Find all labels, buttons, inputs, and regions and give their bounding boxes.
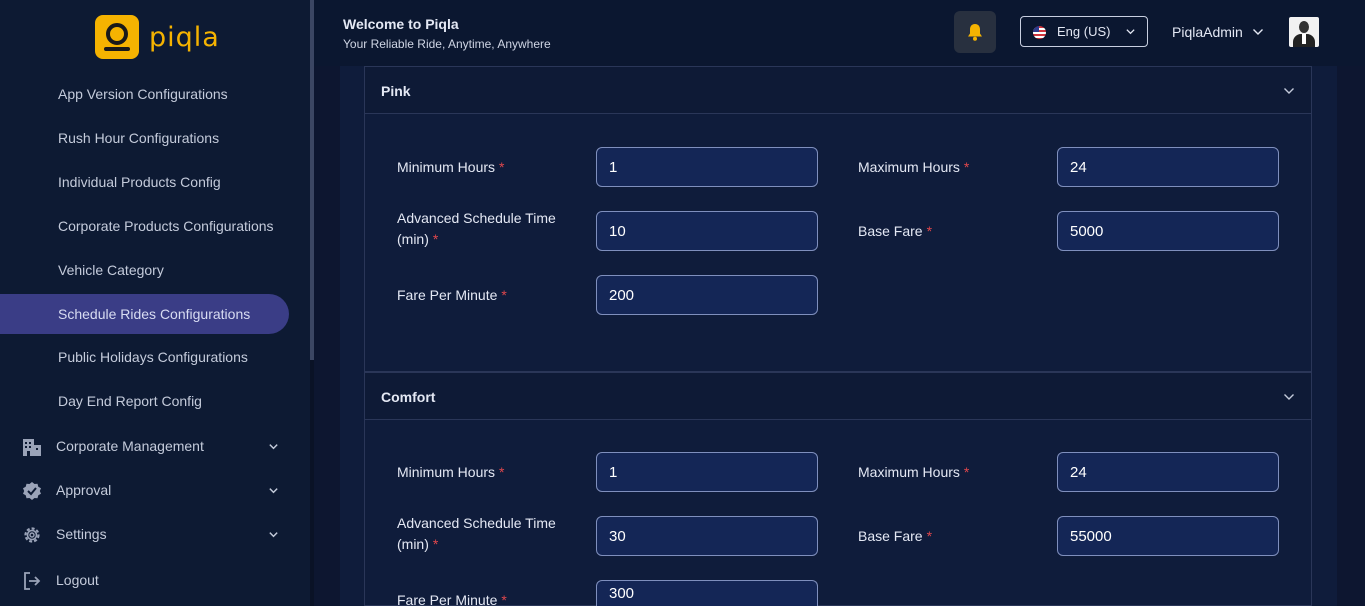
base-fare-input[interactable] — [1057, 516, 1279, 556]
sidebar-item-vehicle-category[interactable]: Vehicle Category — [0, 250, 289, 290]
welcome-title: Welcome to Piqla — [343, 16, 459, 32]
field-label-fare-per-minute: Fare Per Minute * — [397, 592, 507, 606]
sidebar-item-label: Public Holidays Configurations — [58, 349, 248, 365]
maximum-hours-input[interactable] — [1057, 452, 1279, 492]
sidebar-item-label: App Version Configurations — [58, 86, 228, 102]
chevron-down-icon — [1284, 88, 1294, 94]
sidebar-item-schedule-rides-configurations[interactable]: Schedule Rides Configurations — [0, 294, 289, 334]
avatar[interactable] — [1289, 17, 1319, 47]
sidebar-group-label: Corporate Management — [56, 438, 204, 454]
chevron-down-icon — [1284, 394, 1294, 400]
sidebar-item-label: Day End Report Config — [58, 393, 202, 409]
sidebar-item-corporate-products-configurations[interactable]: Corporate Products Configurations — [0, 206, 289, 246]
gear-icon — [24, 527, 40, 543]
fare-per-minute-input[interactable] — [596, 275, 818, 315]
chevron-down-icon[interactable] — [1252, 26, 1264, 38]
sidebar-group-approval[interactable]: Approval — [0, 471, 300, 511]
verified-badge-icon — [23, 482, 41, 500]
base-fare-input[interactable] — [1057, 211, 1279, 251]
language-label: Eng (US) — [1057, 24, 1111, 39]
logo-mark-icon — [95, 15, 139, 59]
us-flag-icon — [1033, 26, 1046, 39]
sidebar-item-rush-hour-configurations[interactable]: Rush Hour Configurations — [0, 118, 289, 158]
advanced-schedule-time-input[interactable] — [596, 516, 818, 556]
field-label-base-fare: Base Fare * — [858, 528, 933, 544]
chevron-down-icon — [269, 488, 278, 494]
sidebar-group-settings[interactable]: Settings — [0, 515, 300, 555]
language-selector[interactable]: Eng (US) — [1020, 16, 1148, 47]
sidebar-group-label: Settings — [56, 526, 107, 542]
minimum-hours-input[interactable] — [596, 147, 818, 187]
chevron-down-icon — [1126, 29, 1135, 35]
advanced-schedule-time-input[interactable] — [596, 211, 818, 251]
user-menu-name[interactable]: PiqlaAdmin — [1172, 24, 1243, 40]
field-label-fare-per-minute: Fare Per Minute * — [397, 287, 507, 303]
field-label-maximum-hours: Maximum Hours * — [858, 159, 970, 175]
sidebar-item-day-end-report-config[interactable]: Day End Report Config — [0, 381, 289, 421]
sidebar-group-label: Approval — [56, 482, 112, 498]
sidebar-item-label: Individual Products Config — [58, 174, 221, 190]
fare-per-minute-input[interactable] — [596, 580, 818, 606]
minimum-hours-input[interactable] — [596, 452, 818, 492]
sidebar-scrollbar[interactable] — [310, 0, 314, 606]
sidebar-item-label: Rush Hour Configurations — [58, 130, 220, 146]
notifications-button[interactable] — [954, 11, 996, 53]
welcome-tagline: Your Reliable Ride, Anytime, Anywhere — [343, 37, 551, 51]
sidebar-logout[interactable]: Logout — [0, 561, 300, 601]
sidebar-item-app-version-configurations[interactable]: App Version Configurations — [0, 74, 289, 114]
field-label-advanced-schedule-time: Advanced Schedule Time (min) * — [397, 515, 556, 552]
brand-name: piqla — [149, 21, 220, 53]
accordion-header-pink[interactable]: Pink — [364, 66, 1312, 114]
field-label-advanced-schedule-time: Advanced Schedule Time (min) * — [397, 210, 556, 247]
panel-title: Comfort — [381, 389, 436, 405]
sidebar-item-label: Schedule Rides Configurations — [58, 306, 251, 322]
chevron-down-icon — [269, 444, 278, 450]
field-label-minimum-hours: Minimum Hours * — [397, 464, 505, 480]
field-label-maximum-hours: Maximum Hours * — [858, 464, 970, 480]
bell-icon — [968, 24, 982, 41]
sidebar: piqla App Version Configurations Rush Ho… — [0, 0, 310, 606]
field-label-base-fare: Base Fare * — [858, 223, 933, 239]
sidebar-item-individual-products-config[interactable]: Individual Products Config — [0, 162, 289, 202]
panel-title: Pink — [381, 83, 411, 99]
sidebar-group-corporate-management[interactable]: Corporate Management — [0, 427, 300, 467]
top-header: Welcome to Piqla Your Reliable Ride, Any… — [314, 0, 1365, 66]
field-label-minimum-hours: Minimum Hours * — [397, 159, 505, 175]
accordion-header-comfort[interactable]: Comfort — [364, 372, 1312, 420]
logout-icon — [24, 572, 41, 590]
sidebar-item-public-holidays-configurations[interactable]: Public Holidays Configurations — [0, 337, 289, 377]
sidebar-item-label: Corporate Products Configurations — [58, 218, 274, 234]
maximum-hours-input[interactable] — [1057, 147, 1279, 187]
building-icon — [23, 439, 41, 456]
chevron-down-icon — [269, 532, 278, 538]
brand-logo[interactable]: piqla — [95, 15, 220, 59]
sidebar-group-label: Logout — [56, 572, 99, 588]
sidebar-item-label: Vehicle Category — [58, 262, 164, 278]
